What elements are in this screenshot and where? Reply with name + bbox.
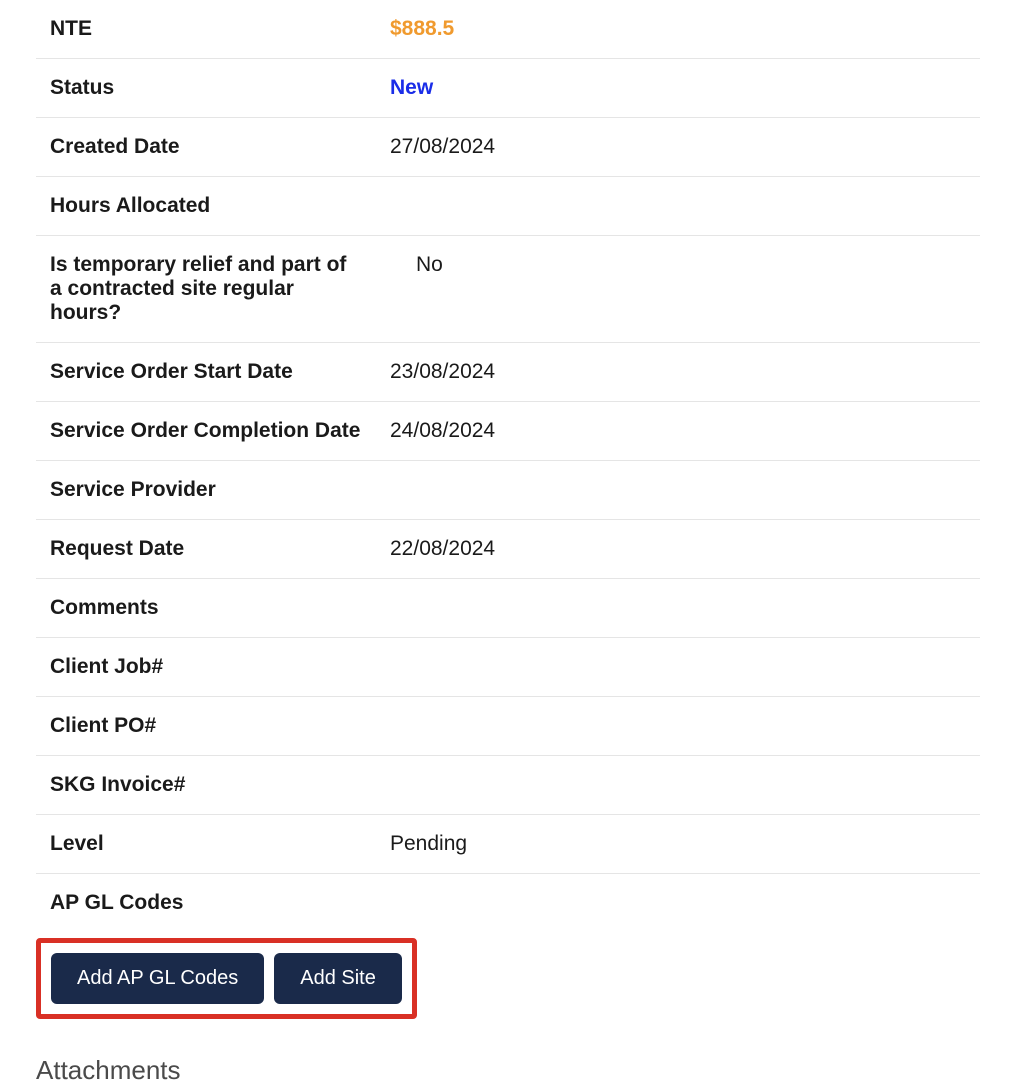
value-ap-gl-codes bbox=[376, 874, 980, 933]
label-request-date: Request Date bbox=[36, 520, 376, 579]
row-ap-gl-codes: AP GL Codes bbox=[36, 874, 980, 933]
label-status: Status bbox=[36, 59, 376, 118]
row-created-date: Created Date 27/08/2024 bbox=[36, 118, 980, 177]
value-service-provider bbox=[376, 461, 980, 520]
row-temp-relief: Is temporary relief and part of a contra… bbox=[36, 236, 980, 343]
label-hours-allocated: Hours Allocated bbox=[36, 177, 376, 236]
button-bar-highlight: Add AP GL Codes Add Site bbox=[36, 938, 417, 1019]
value-start-date: 23/08/2024 bbox=[376, 343, 980, 402]
row-service-provider: Service Provider bbox=[36, 461, 980, 520]
label-ap-gl-codes: AP GL Codes bbox=[36, 874, 376, 933]
value-skg-invoice bbox=[376, 756, 980, 815]
value-hours-allocated bbox=[376, 177, 980, 236]
attachments-heading: Attachments bbox=[36, 1055, 980, 1086]
label-created-date: Created Date bbox=[36, 118, 376, 177]
add-ap-gl-codes-button[interactable]: Add AP GL Codes bbox=[51, 953, 264, 1004]
value-created-date: 27/08/2024 bbox=[376, 118, 980, 177]
label-client-po: Client PO# bbox=[36, 697, 376, 756]
label-level: Level bbox=[36, 815, 376, 874]
row-client-po: Client PO# bbox=[36, 697, 980, 756]
label-skg-invoice: SKG Invoice# bbox=[36, 756, 376, 815]
row-hours-allocated: Hours Allocated bbox=[36, 177, 980, 236]
label-comments: Comments bbox=[36, 579, 376, 638]
row-level: Level Pending bbox=[36, 815, 980, 874]
row-comments: Comments bbox=[36, 579, 980, 638]
label-completion-date: Service Order Completion Date bbox=[36, 402, 376, 461]
value-nte: $888.5 bbox=[376, 0, 980, 59]
row-status: Status New bbox=[36, 59, 980, 118]
label-temp-relief: Is temporary relief and part of a contra… bbox=[36, 236, 376, 343]
add-site-button[interactable]: Add Site bbox=[274, 953, 402, 1004]
value-temp-relief: No bbox=[376, 236, 980, 343]
value-status: New bbox=[376, 59, 980, 118]
label-service-provider: Service Provider bbox=[36, 461, 376, 520]
label-nte: NTE bbox=[36, 0, 376, 59]
value-comments bbox=[376, 579, 980, 638]
row-skg-invoice: SKG Invoice# bbox=[36, 756, 980, 815]
label-start-date: Service Order Start Date bbox=[36, 343, 376, 402]
value-request-date: 22/08/2024 bbox=[376, 520, 980, 579]
value-client-po bbox=[376, 697, 980, 756]
row-start-date: Service Order Start Date 23/08/2024 bbox=[36, 343, 980, 402]
row-client-job: Client Job# bbox=[36, 638, 980, 697]
row-request-date: Request Date 22/08/2024 bbox=[36, 520, 980, 579]
row-completion-date: Service Order Completion Date 24/08/2024 bbox=[36, 402, 980, 461]
value-client-job bbox=[376, 638, 980, 697]
value-level: Pending bbox=[376, 815, 980, 874]
value-completion-date: 24/08/2024 bbox=[376, 402, 980, 461]
details-table: NTE $888.5 Status New Created Date 27/08… bbox=[36, 0, 980, 932]
label-client-job: Client Job# bbox=[36, 638, 376, 697]
row-nte: NTE $888.5 bbox=[36, 0, 980, 59]
